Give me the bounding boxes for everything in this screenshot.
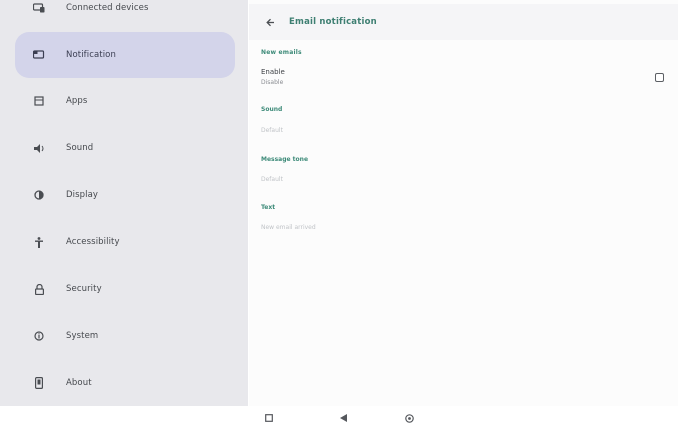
- lock-icon: [26, 283, 52, 295]
- section-header-new-emails: New emails: [261, 49, 302, 56]
- message-tone-value: Default: [261, 176, 283, 183]
- sidebar-item-connected-devices[interactable]: Connected devices: [15, 0, 235, 30]
- sound-value: Default: [261, 127, 283, 134]
- sidebar-item-display[interactable]: Display: [15, 173, 235, 217]
- page-title: Email notification: [289, 17, 377, 27]
- sidebar-item-label: Accessibility: [66, 237, 120, 247]
- sidebar-item-label: System: [66, 331, 99, 341]
- back-triangle-icon[interactable]: [336, 412, 350, 424]
- sidebar-item-label: Notification: [66, 50, 116, 60]
- enable-summary: Disable: [261, 79, 284, 86]
- sidebar-item-label: Apps: [66, 96, 88, 106]
- sidebar-item-label: Connected devices: [66, 3, 149, 13]
- enable-checkbox[interactable]: [655, 73, 664, 82]
- volume-icon: [26, 143, 52, 153]
- apps-icon: [26, 96, 52, 106]
- phone-icon: [26, 377, 52, 389]
- sidebar-item-system[interactable]: System: [15, 314, 235, 358]
- text-value: New email arrived: [261, 224, 316, 231]
- devices-icon: [26, 3, 52, 13]
- sidebar-item-label: Display: [66, 190, 99, 200]
- enable-title: Enable: [261, 68, 285, 76]
- brightness-icon: [26, 190, 52, 200]
- back-arrow-icon[interactable]: [263, 15, 277, 29]
- sidebar-item-label: About: [66, 378, 92, 388]
- sound-title: Sound: [261, 106, 283, 113]
- sidebar-item-label: Security: [66, 284, 102, 294]
- sidebar-item-security[interactable]: Security: [15, 267, 235, 311]
- sidebar-item-about[interactable]: About: [15, 361, 235, 405]
- sidebar-item-notification[interactable]: Notification: [15, 32, 235, 78]
- app-bar: Email notification: [249, 4, 678, 40]
- info-icon: [26, 331, 52, 341]
- sidebar-item-label: Sound: [66, 143, 94, 153]
- sidebar-item-apps[interactable]: Apps: [15, 79, 235, 123]
- home-circle-icon[interactable]: [402, 412, 416, 424]
- system-navigation-bar: [0, 406, 678, 429]
- settings-detail-panel: Email notification New emails Enable Dis…: [249, 0, 678, 406]
- accessibility-icon: [26, 236, 52, 248]
- message-tone-title: Message tone: [261, 156, 309, 163]
- text-title: Text: [261, 204, 276, 211]
- sidebar-item-sound[interactable]: Sound: [15, 126, 235, 170]
- sidebar-item-accessibility[interactable]: Accessibility: [15, 220, 235, 264]
- recents-square-icon[interactable]: [262, 412, 276, 424]
- settings-sidebar: Connected devices Notification Apps Soun…: [0, 0, 248, 406]
- notifications-icon: [26, 50, 52, 60]
